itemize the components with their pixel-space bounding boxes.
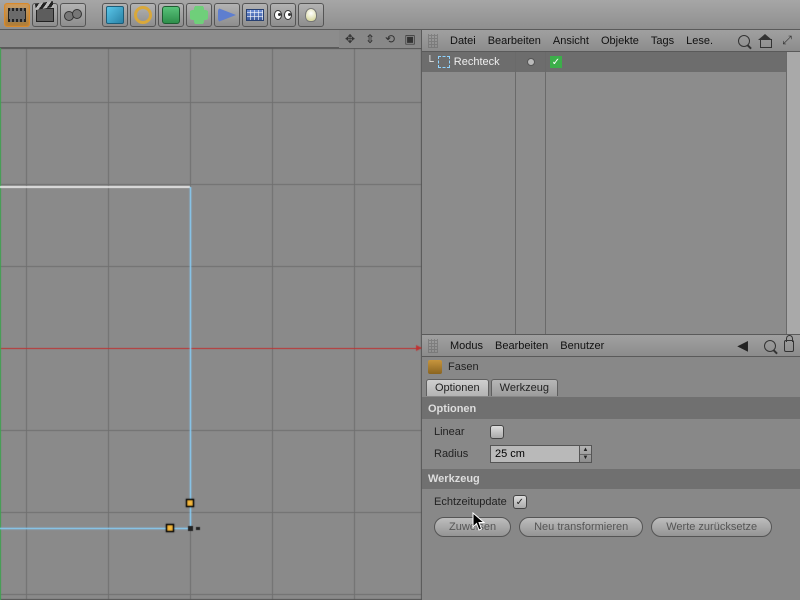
wedge-icon xyxy=(218,8,236,22)
om-menu-lese[interactable]: Lese. xyxy=(686,35,713,47)
attr-search-icon[interactable] xyxy=(764,340,776,352)
grid-icon xyxy=(246,9,264,21)
linear-label: Linear xyxy=(434,426,484,438)
spin-down-icon[interactable]: ▼ xyxy=(580,455,591,463)
object-tree[interactable]: └ Rechteck xyxy=(422,52,516,334)
main-area: ✥ ⇕ ⟲ ▣ Datei Bearbeiten Ansicht Objekte… xyxy=(0,30,800,600)
rotate-view-icon[interactable]: ⟲ xyxy=(383,32,397,46)
apply-button[interactable]: Zuweisen xyxy=(434,517,511,537)
om-home-icon[interactable] xyxy=(758,34,772,48)
om-expand-icon[interactable]: ⤢ xyxy=(780,34,794,48)
object-visibility-column xyxy=(516,52,546,334)
top-toolbar xyxy=(0,0,800,30)
maximize-view-icon[interactable]: ▣ xyxy=(403,32,417,46)
attr-menu-benutzer[interactable]: Benutzer xyxy=(560,340,604,352)
light-button[interactable] xyxy=(298,3,324,27)
history-back-icon[interactable]: ◀ xyxy=(737,337,748,354)
render-group xyxy=(4,3,86,27)
object-name-label[interactable]: Rechteck xyxy=(454,56,500,68)
hypernurbs-icon xyxy=(162,6,180,24)
om-scrollbar[interactable] xyxy=(786,52,800,334)
om-search-icon[interactable] xyxy=(738,35,750,47)
viewport-header: ✥ ⇕ ⟲ ▣ xyxy=(0,30,421,48)
spin-up-icon[interactable]: ▲ xyxy=(580,446,591,455)
new-transform-button[interactable]: Neu transformieren xyxy=(519,517,643,537)
om-menu-ansicht[interactable]: Ansicht xyxy=(553,35,589,47)
linear-checkbox[interactable] xyxy=(490,425,504,439)
attributes-menubar: Modus Bearbeiten Benutzer ◀ xyxy=(422,335,800,357)
attr-menu-modus[interactable]: Modus xyxy=(450,340,483,352)
move-view-icon[interactable]: ✥ xyxy=(343,32,357,46)
grip-icon[interactable] xyxy=(428,34,438,48)
attribute-tabs: Optionen Werkzeug xyxy=(422,377,800,399)
flower-icon xyxy=(190,6,208,24)
object-row[interactable]: └ Rechteck xyxy=(422,52,515,72)
cogs-icon xyxy=(64,8,82,22)
torus-icon xyxy=(134,6,152,24)
film-icon xyxy=(8,8,26,22)
object-manager: Datei Bearbeiten Ansicht Objekte Tags Le… xyxy=(422,30,800,335)
bulb-icon xyxy=(305,8,317,22)
array-button[interactable] xyxy=(186,3,212,27)
viewport-nav-icons: ✥ ⇕ ⟲ ▣ xyxy=(339,30,421,48)
om-menu-bearbeiten[interactable]: Bearbeiten xyxy=(488,35,541,47)
cube-button[interactable] xyxy=(102,3,128,27)
section-body-werkzeug: Echtzeitupdate ✓ Zuweisen Neu transformi… xyxy=(422,489,800,543)
radius-label: Radius xyxy=(434,448,484,460)
cube-icon xyxy=(106,6,124,24)
rectangle-object-icon xyxy=(438,56,450,68)
camera-button[interactable] xyxy=(270,3,296,27)
om-menu-tags[interactable]: Tags xyxy=(651,35,674,47)
clapper-icon xyxy=(36,8,54,22)
radius-spinner[interactable]: ▲▼ xyxy=(580,445,592,463)
section-head-optionen: Optionen xyxy=(422,399,800,419)
reset-values-button[interactable]: Werte zurücksetze xyxy=(651,517,772,537)
attributes-manager: Modus Bearbeiten Benutzer ◀ Fasen Option… xyxy=(422,335,800,600)
viewport-panel: ✥ ⇕ ⟲ ▣ xyxy=(0,30,422,600)
realtime-label: Echtzeitupdate xyxy=(434,496,507,508)
om-menu-objekte[interactable]: Objekte xyxy=(601,35,639,47)
viewport-canvas[interactable] xyxy=(0,48,422,600)
primitives-group xyxy=(102,3,324,27)
tree-toggle-icon[interactable]: └ xyxy=(426,56,434,68)
bevel-tool-icon xyxy=(428,360,442,374)
object-tags-column: ✓ xyxy=(546,52,786,334)
tab-werkzeug[interactable]: Werkzeug xyxy=(491,379,558,396)
section-body-optionen: Linear Radius ▲▼ xyxy=(422,419,800,469)
tool-header: Fasen xyxy=(422,357,800,377)
deformer-button[interactable] xyxy=(214,3,240,27)
grip-icon[interactable] xyxy=(428,339,438,353)
eyes-icon xyxy=(274,10,292,20)
attr-menu-bearbeiten[interactable]: Bearbeiten xyxy=(495,340,548,352)
floor-button[interactable] xyxy=(242,3,268,27)
tool-name-label: Fasen xyxy=(448,361,479,373)
render-view-button[interactable] xyxy=(4,3,30,27)
enable-tag-icon[interactable]: ✓ xyxy=(550,56,562,68)
visibility-dot-editor[interactable] xyxy=(527,58,535,66)
render-queue-button[interactable] xyxy=(60,3,86,27)
right-column: Datei Bearbeiten Ansicht Objekte Tags Le… xyxy=(422,30,800,600)
spline-button[interactable] xyxy=(130,3,156,27)
zoom-view-icon[interactable]: ⇕ xyxy=(363,32,377,46)
lock-icon[interactable] xyxy=(784,340,794,352)
om-menu-datei[interactable]: Datei xyxy=(450,35,476,47)
object-manager-body: └ Rechteck ✓ xyxy=(422,52,800,335)
object-manager-menubar: Datei Bearbeiten Ansicht Objekte Tags Le… xyxy=(422,30,800,52)
tab-optionen[interactable]: Optionen xyxy=(426,379,489,396)
render-settings-button[interactable] xyxy=(32,3,58,27)
section-head-werkzeug: Werkzeug xyxy=(422,469,800,489)
nurbs-button[interactable] xyxy=(158,3,184,27)
radius-input[interactable] xyxy=(490,445,580,463)
realtime-checkbox[interactable]: ✓ xyxy=(513,495,527,509)
